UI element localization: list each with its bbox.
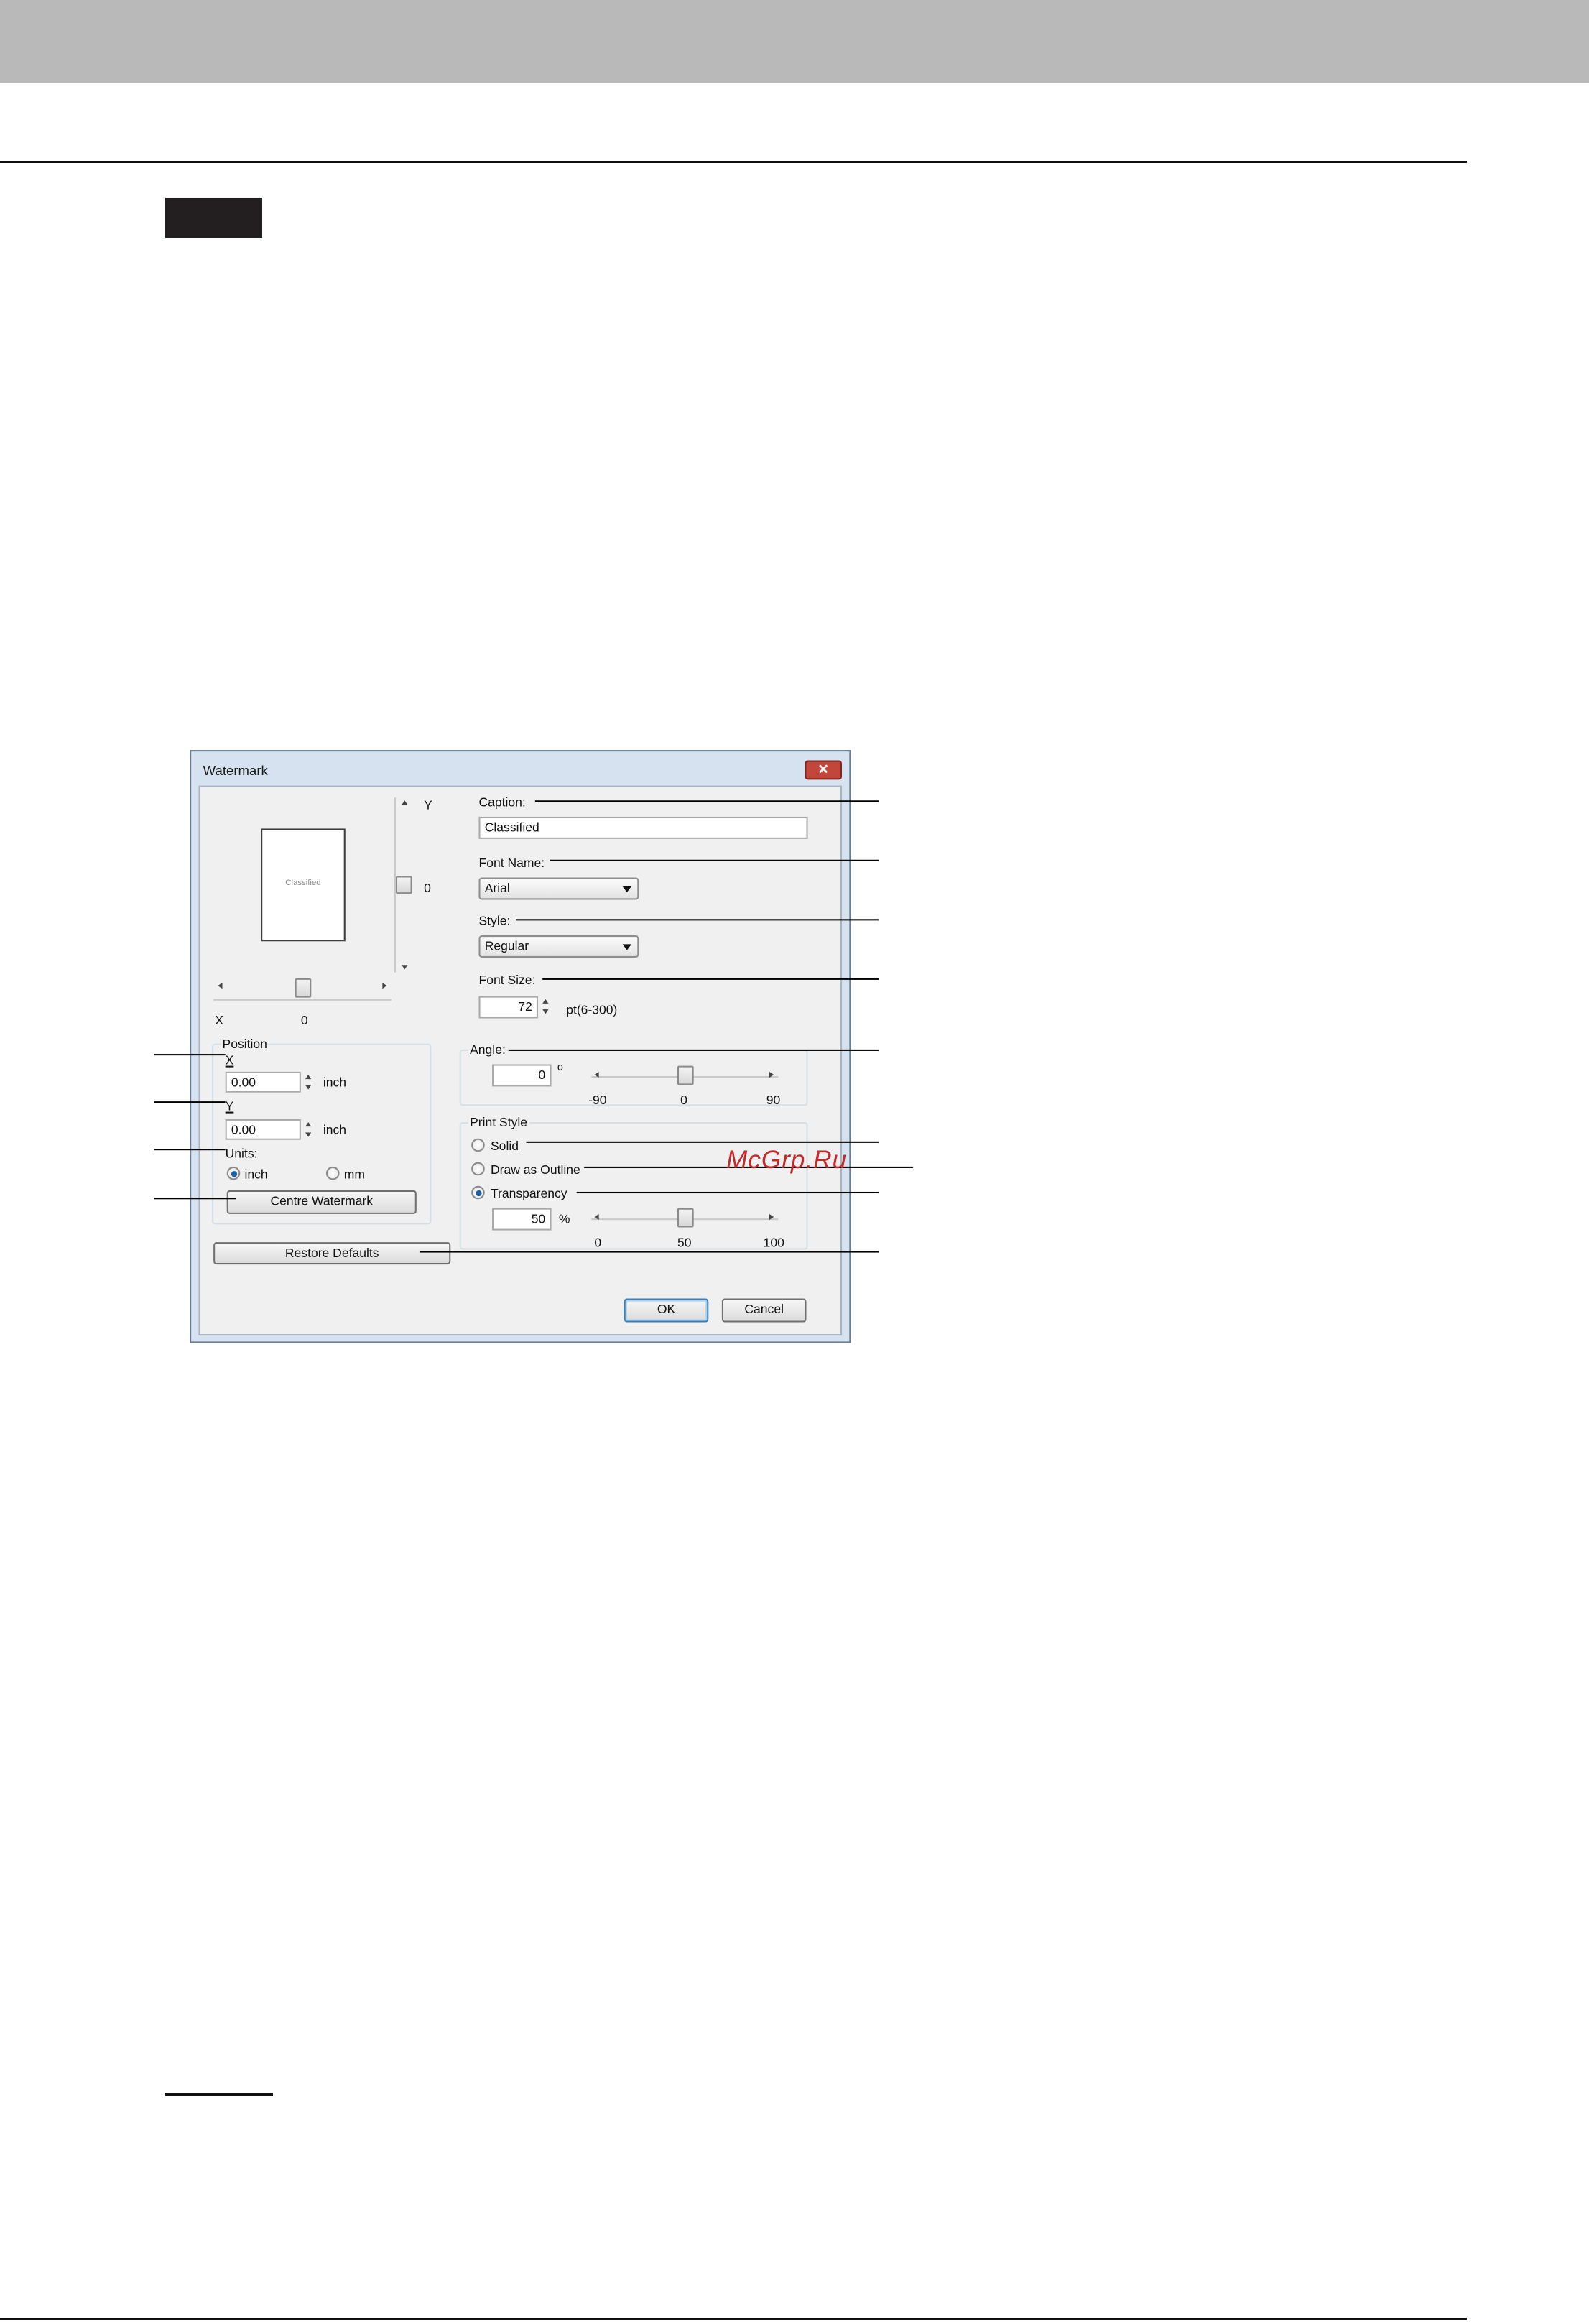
x-scroll-track[interactable] (213, 999, 392, 1001)
callout-x-position (154, 1054, 226, 1056)
position-group-label: Position (221, 1036, 269, 1051)
angle-label: Angle: (468, 1042, 507, 1057)
angle-slider-thumb[interactable] (676, 1065, 693, 1085)
transparency-label: Transparency (490, 1185, 568, 1201)
scroll-right-icon[interactable] (769, 1213, 774, 1221)
spin-down-icon[interactable] (305, 1132, 312, 1137)
x-position-field[interactable]: 0.00 (225, 1071, 301, 1093)
unit-inch-label: inch (244, 1166, 268, 1182)
angle-tick-max: 90 (766, 1092, 781, 1108)
y-spin[interactable] (304, 1121, 316, 1140)
x-label: X (225, 1052, 234, 1068)
x-unit-label: inch (323, 1074, 346, 1090)
font-name-select[interactable]: Arial (478, 877, 639, 900)
transparency-slider-thumb[interactable] (676, 1208, 693, 1228)
spin-up-icon[interactable] (305, 1074, 312, 1080)
angle-field[interactable]: 0 (492, 1064, 552, 1087)
close-icon: ✕ (817, 761, 829, 777)
close-button[interactable]: ✕ (805, 760, 843, 780)
site-watermark-text: McGrp.Ru (726, 1146, 848, 1175)
chevron-down-icon (622, 944, 632, 950)
preview-caption: Classified (285, 879, 321, 888)
caption-input[interactable]: Classified (478, 816, 808, 839)
x-axis-value: 0 (300, 1012, 308, 1027)
dialog-screenshot: Watermark ✕ Classified Y 0 X 0 Position … (0, 0, 1589, 2324)
y-axis-label: Y (424, 797, 432, 813)
chevron-down-icon (622, 886, 632, 893)
callout-font-size (542, 978, 879, 981)
style-label: Style: (478, 913, 511, 928)
x-spin[interactable] (304, 1073, 316, 1093)
x-position-slider-thumb[interactable] (295, 978, 312, 998)
callout-style (516, 919, 879, 921)
draw-outline-radio[interactable] (471, 1162, 485, 1176)
solid-radio[interactable] (471, 1138, 485, 1152)
dialog-title: Watermark (203, 763, 268, 779)
scroll-left-icon[interactable] (218, 983, 223, 989)
y-position-slider-thumb[interactable] (395, 876, 412, 894)
transparency-tick-max: 100 (763, 1234, 784, 1250)
units-label: Units: (225, 1146, 258, 1161)
solid-label: Solid (490, 1138, 519, 1154)
unit-mm-label: mm (343, 1166, 365, 1182)
scroll-left-icon[interactable] (594, 1071, 599, 1078)
ok-button[interactable]: OK (624, 1298, 709, 1323)
callout-solid (526, 1141, 879, 1144)
spin-up-icon[interactable] (305, 1121, 312, 1127)
scroll-left-icon[interactable] (594, 1213, 599, 1221)
caption-label: Caption: (478, 794, 526, 810)
y-label: Y (225, 1098, 234, 1114)
font-name-label: Font Name: (478, 855, 545, 871)
font-name-value: Arial (484, 880, 510, 896)
font-size-label: Font Size: (478, 972, 536, 988)
scroll-right-icon[interactable] (769, 1071, 774, 1078)
transparency-radio[interactable] (471, 1185, 485, 1200)
degree-symbol: o (557, 1063, 563, 1073)
transparency-tick-mid: 50 (677, 1234, 692, 1250)
x-axis-label: X (215, 1012, 223, 1027)
scroll-right-icon[interactable] (382, 983, 387, 989)
font-size-range: pt(6-300) (566, 1001, 618, 1017)
cancel-button[interactable]: Cancel (721, 1298, 807, 1323)
draw-outline-label: Draw as Outline (490, 1162, 580, 1177)
angle-tick-mid: 0 (680, 1092, 687, 1108)
callout-transparency (576, 1191, 879, 1194)
style-select[interactable]: Regular (478, 935, 639, 958)
spin-up-icon[interactable] (542, 999, 549, 1004)
spin-down-icon[interactable] (542, 1009, 549, 1014)
y-unit-label: inch (323, 1121, 346, 1137)
font-size-field[interactable]: 72 (478, 996, 539, 1019)
callout-units (154, 1149, 226, 1151)
y-position-field[interactable]: 0.00 (225, 1119, 301, 1140)
callout-y-position (154, 1101, 226, 1103)
transparency-tick-min: 0 (594, 1234, 602, 1250)
style-value: Regular (484, 938, 529, 953)
spin-down-icon[interactable] (305, 1085, 312, 1090)
callout-font-name (550, 859, 879, 862)
callout-restore-defaults (419, 1251, 879, 1253)
preview-page: Classified (261, 828, 346, 942)
angle-tick-min: -90 (588, 1092, 607, 1108)
callout-centre-watermark (154, 1198, 236, 1200)
percent-label: % (558, 1210, 570, 1226)
unit-inch-radio[interactable] (226, 1166, 241, 1180)
unit-mm-radio[interactable] (325, 1166, 340, 1180)
restore-defaults-button[interactable]: Restore Defaults (213, 1242, 451, 1265)
callout-caption (534, 800, 879, 802)
centre-watermark-button[interactable]: Centre Watermark (226, 1190, 417, 1214)
scroll-up-icon[interactable] (402, 800, 408, 805)
scroll-down-icon[interactable] (402, 965, 408, 970)
print-style-group-label: Print Style (468, 1114, 529, 1130)
transparency-field[interactable]: 50 (492, 1208, 552, 1231)
font-size-spin[interactable] (541, 998, 553, 1017)
y-axis-value: 0 (424, 880, 431, 896)
callout-angle (508, 1049, 879, 1052)
